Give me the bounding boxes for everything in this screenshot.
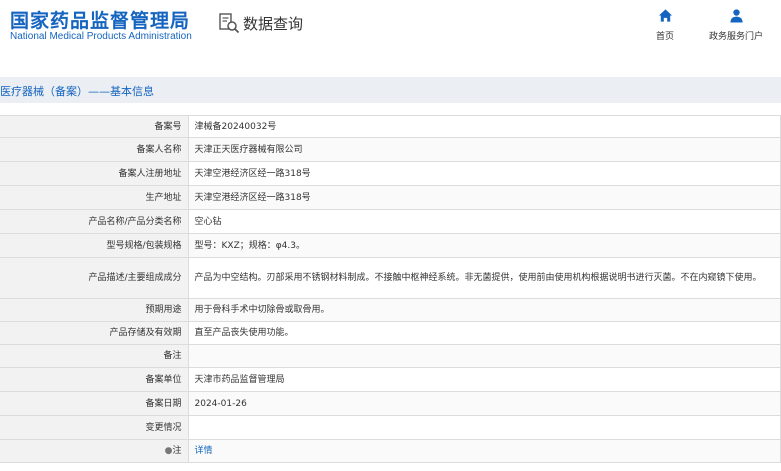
field-value	[188, 344, 781, 368]
table-row: ●注 详情	[0, 439, 781, 463]
nav-service-portal-label: 政务服务门户	[708, 32, 763, 42]
field-value: 津械备20240032号	[188, 115, 781, 138]
field-value: 产品为中空结构。刃部采用不锈钢材料制成。不接触中枢神经系统。非无菌提供，使用前由…	[188, 257, 781, 299]
table-row: 变更情况	[0, 415, 781, 440]
field-label: 预期用途	[0, 298, 189, 322]
field-value: 空心钻	[188, 209, 781, 234]
table-row: 生产地址 天津空港经济区经一路318号	[0, 185, 781, 210]
field-value: 天津空港经济区经一路318号	[188, 185, 781, 210]
field-label: 产品存储及有效期	[0, 321, 189, 345]
page-header: 国家药品监督管理局 National Medical Products Admi…	[0, 0, 781, 58]
table-row: 型号规格/包装规格 型号：KXZ；规格：φ4.3。	[0, 233, 781, 258]
details-link[interactable]: 详情	[195, 446, 213, 456]
field-value: 详情	[188, 439, 781, 463]
field-label: 变更情况	[0, 415, 189, 440]
data-query-label: 数据查询	[243, 14, 304, 33]
field-label: 生产地址	[0, 185, 189, 210]
site-title[interactable]: 国家药品监督管理局	[10, 6, 190, 33]
field-label: 备案日期	[0, 391, 189, 416]
table-row: 产品存储及有效期 直至产品丧失使用功能。	[0, 321, 781, 345]
field-label: 产品描述/主要组成成分	[0, 257, 189, 299]
document-search-icon	[219, 13, 240, 34]
field-value: 型号：KXZ；规格：φ4.3。	[188, 233, 781, 258]
breadcrumb: 医疗器械（备案）——基本信息	[0, 77, 781, 103]
field-value: 天津空港经济区经一路318号	[188, 161, 781, 186]
table-row: 备案人注册地址 天津空港经济区经一路318号	[0, 161, 781, 186]
field-label: 备案号	[0, 115, 189, 138]
nav-service-portal[interactable]: 政务服务门户	[698, 8, 774, 42]
field-value: 天津市药品监督管理局	[188, 367, 781, 392]
field-label: 型号规格/包装规格	[0, 233, 189, 258]
field-label-note: ●注	[0, 439, 189, 463]
home-icon	[658, 9, 672, 22]
field-value: 直至产品丧失使用功能。	[188, 321, 781, 345]
field-value: 2024-01-26	[188, 391, 781, 416]
note-label: 注	[172, 446, 182, 456]
field-value: 用于骨科手术中切除骨或取骨用。	[188, 298, 781, 322]
field-label: 备案人注册地址	[0, 161, 189, 186]
user-icon	[729, 9, 743, 23]
table-row: 备案人名称 天津正天医疗器械有限公司	[0, 137, 781, 162]
data-query-title[interactable]: 数据查询	[218, 12, 303, 34]
site-subtitle: National Medical Products Administration	[10, 31, 192, 42]
nav-home-label: 首页	[655, 32, 674, 42]
field-value	[188, 415, 781, 440]
field-label: 产品名称/产品分类名称	[0, 209, 189, 234]
field-value: 天津正天医疗器械有限公司	[188, 137, 781, 162]
table-row: 备注	[0, 344, 781, 368]
field-label: 备案单位	[0, 367, 189, 392]
table-row: 预期用途 用于骨科手术中切除骨或取骨用。	[0, 298, 781, 322]
table-row: 产品名称/产品分类名称 空心钻	[0, 209, 781, 234]
table-row: 备案日期 2024-01-26	[0, 391, 781, 416]
field-label: 备案人名称	[0, 137, 189, 162]
field-label: 备注	[0, 344, 189, 368]
breadcrumb-text: 医疗器械（备案）——基本信息	[0, 85, 154, 98]
table-row: 备案号 津械备20240032号	[0, 115, 781, 138]
table-row: 备案单位 天津市药品监督管理局	[0, 367, 781, 392]
table-row: 产品描述/主要组成成分 产品为中空结构。刃部采用不锈钢材料制成。不接触中枢神经系…	[0, 257, 781, 299]
record-detail-table: 备案号 津械备20240032号 备案人名称 天津正天医疗器械有限公司 备案人注…	[0, 115, 781, 463]
nav-home[interactable]: 首页	[648, 8, 682, 42]
